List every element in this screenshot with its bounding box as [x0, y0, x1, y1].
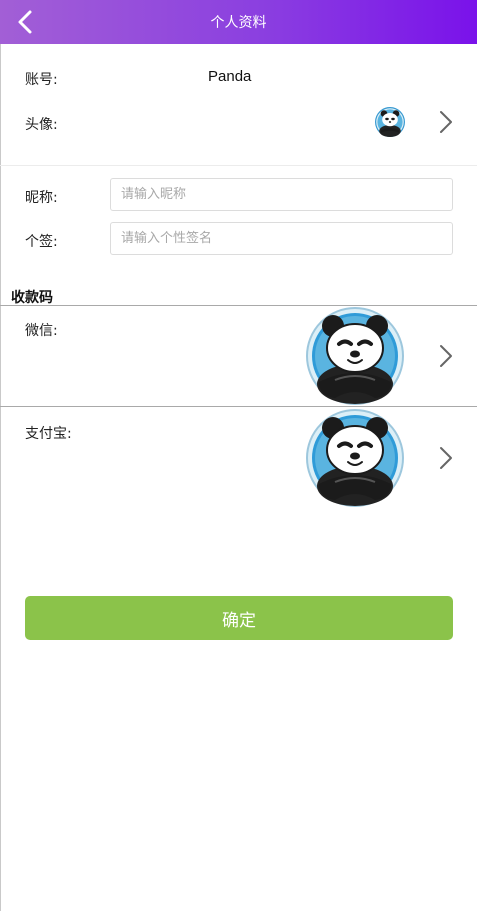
signature-input[interactable] [110, 222, 453, 255]
wechat-label: 微信: [25, 323, 58, 339]
nickname-input[interactable] [110, 178, 453, 211]
account-label: 账号: [25, 72, 58, 88]
wechat-chevron-right-icon[interactable] [439, 344, 453, 368]
alipay-chevron-right-icon[interactable] [439, 446, 453, 470]
payment-section-title: 收款码 [11, 290, 53, 306]
confirm-button[interactable]: 确定 [25, 596, 453, 640]
page-left-border [0, 44, 1, 911]
nickname-label: 昵称: [25, 190, 58, 206]
avatar[interactable] [375, 107, 405, 137]
header-bar: 个人资料 [0, 0, 477, 44]
avatar-label: 头像: [25, 117, 58, 133]
account-value: Panda [208, 68, 252, 85]
alipay-label: 支付宝: [25, 426, 72, 442]
wechat-qr-image[interactable] [305, 306, 405, 406]
payment-divider-middle [0, 406, 477, 407]
signature-label: 个签: [25, 234, 58, 250]
avatar-chevron-right-icon[interactable] [439, 110, 453, 134]
section-divider [0, 165, 477, 166]
alipay-qr-image[interactable] [305, 408, 405, 508]
page-title: 个人资料 [210, 15, 267, 31]
payment-divider-top [0, 305, 477, 306]
